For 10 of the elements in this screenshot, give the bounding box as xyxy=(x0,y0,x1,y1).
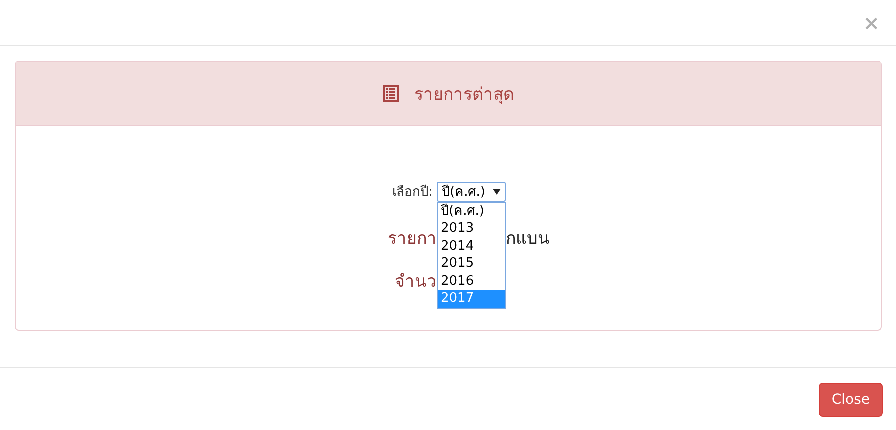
panel-title: รายการต่าสุด xyxy=(414,84,514,107)
caret-icon xyxy=(493,188,501,194)
partial-text: รายกา xyxy=(388,228,437,251)
list-icon xyxy=(382,85,398,102)
close-button[interactable]: Close xyxy=(818,383,883,417)
year-select[interactable]: ปี(ค.ศ.) xyxy=(437,182,506,202)
partial-text: กแบน xyxy=(506,228,550,251)
partial-text: จำนว xyxy=(395,271,437,294)
dropdown-option[interactable]: 2016 xyxy=(438,272,505,290)
year-label: เลือกปี: xyxy=(392,184,433,202)
